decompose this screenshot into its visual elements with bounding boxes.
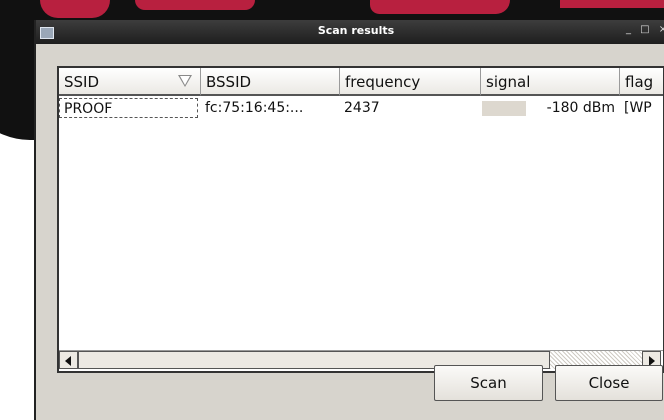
column-label: frequency [345, 73, 421, 91]
table-header: SSID BSSID frequency signal flag [59, 68, 663, 98]
wallpaper-red-shape [40, 0, 110, 18]
cell-signal[interactable]: -180 dBm [481, 98, 618, 118]
scroll-left-button[interactable] [59, 351, 78, 369]
wallpaper-red-shape [370, 0, 510, 14]
wallpaper-red-shape [135, 0, 255, 10]
column-header-ssid[interactable]: SSID [59, 68, 201, 96]
scan-button[interactable]: Scan [434, 365, 543, 401]
cell-flags[interactable]: [WP [620, 98, 663, 118]
title-bar[interactable]: Scan results _ □ × [36, 20, 664, 44]
table-row[interactable]: PROOF fc:75:16:45:... 2437 -180 dBm [WP [59, 98, 663, 118]
scan-results-table[interactable]: SSID BSSID frequency signal flag PROOF f… [57, 66, 664, 373]
column-header-bssid[interactable]: BSSID [201, 68, 340, 96]
column-label: SSID [64, 73, 100, 91]
column-label: signal [486, 73, 531, 91]
cell-ssid[interactable]: PROOF [59, 98, 198, 118]
cell-frequency[interactable]: 2437 [340, 98, 481, 118]
wallpaper-red-shape [560, 0, 664, 8]
column-header-signal[interactable]: signal [481, 68, 620, 96]
column-header-flags[interactable]: flag [620, 68, 663, 96]
column-label: BSSID [206, 73, 252, 91]
window-title: Scan results [317, 24, 395, 37]
scan-results-window: Scan results _ □ × SSID BSSID frequency … [34, 20, 664, 420]
column-header-frequency[interactable]: frequency [340, 68, 481, 96]
scroll-left-icon [65, 356, 71, 366]
close-button[interactable]: Close [555, 365, 663, 401]
cell-bssid[interactable]: fc:75:16:45:... [201, 98, 340, 118]
sort-icon[interactable] [178, 75, 192, 87]
window-controls[interactable]: _ □ × [626, 24, 664, 35]
column-label: flag [625, 73, 654, 91]
